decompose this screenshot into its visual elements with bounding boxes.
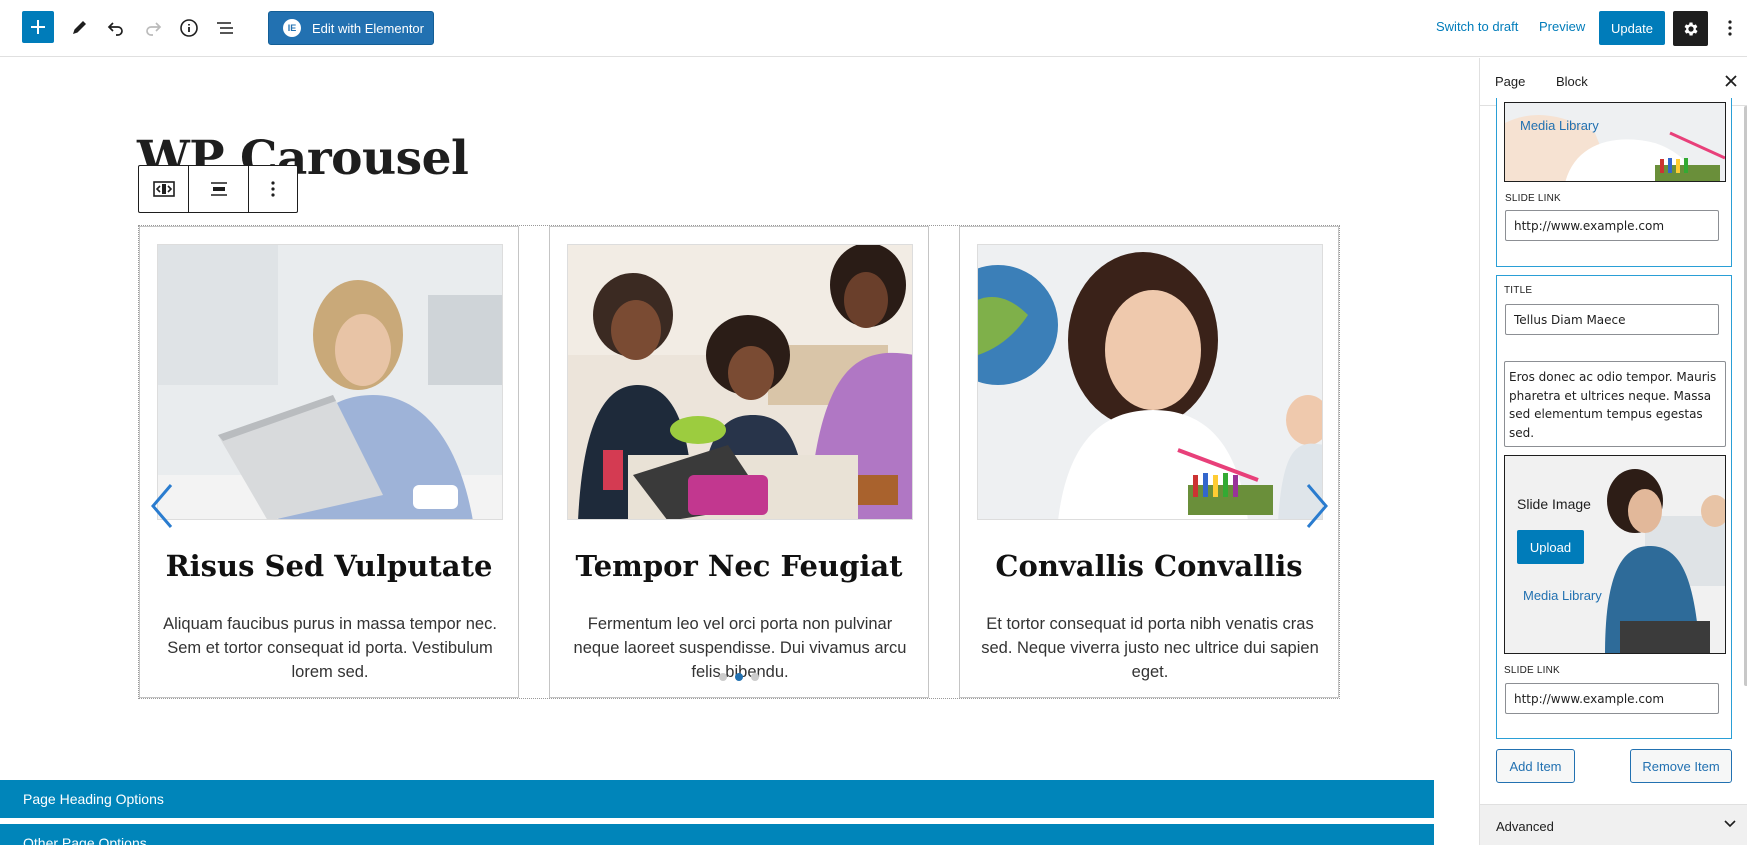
settings-button[interactable]: [1673, 11, 1708, 46]
slide-title: Convallis Convallis: [995, 549, 1303, 583]
redo-button[interactable]: [136, 11, 170, 45]
pagination-dot[interactable]: [751, 673, 759, 681]
kebab-icon: [1728, 20, 1732, 36]
editor-top-toolbar: IE Edit with Elementor Switch to draft P…: [0, 0, 1747, 57]
list-view-icon: [217, 22, 233, 34]
preview-link[interactable]: Preview: [1539, 19, 1585, 34]
list-view-button[interactable]: [208, 11, 242, 45]
pagination-dot-active[interactable]: [735, 673, 743, 681]
kids-lunch-photo: [567, 244, 913, 520]
description-textarea[interactable]: Eros donec ac odio tempor. Mauris pharet…: [1504, 361, 1726, 447]
slide-link-input[interactable]: http://www.example.com: [1505, 683, 1719, 714]
prev-slide-arrow-icon[interactable]: [149, 481, 175, 531]
carousel-slide: Convallis Convallis Et tortor consequat …: [959, 226, 1339, 698]
remove-item-button[interactable]: Remove Item: [1630, 749, 1732, 783]
close-icon[interactable]: [1723, 73, 1739, 89]
advanced-panel-toggle[interactable]: Advanced: [1480, 804, 1747, 845]
gear-icon: [1684, 21, 1698, 36]
page-heading-options-panel[interactable]: Page Heading Options: [0, 780, 1434, 818]
redo-icon: [146, 22, 162, 36]
next-slide-arrow-icon[interactable]: [1304, 481, 1330, 531]
advanced-label: Advanced: [1496, 819, 1554, 834]
pencil-icon: [73, 21, 86, 34]
edit-mode-button[interactable]: [62, 11, 96, 45]
slide-image-uploader: Slide Image Upload Media Library: [1504, 455, 1726, 654]
carousel-block[interactable]: Risus Sed Vulputate Aliquam faucibus pur…: [138, 225, 1340, 699]
other-page-options-panel[interactable]: Other Page Options: [0, 824, 1434, 845]
media-library-link[interactable]: Media Library: [1523, 588, 1602, 603]
add-block-button[interactable]: [22, 11, 54, 43]
teacher-smiling-photo: [977, 244, 1323, 520]
add-item-button[interactable]: Add Item: [1496, 749, 1575, 783]
pagination-dot[interactable]: [719, 673, 727, 681]
title-label: TITLE: [1504, 285, 1533, 296]
slide-link-input[interactable]: http://www.example.com: [1505, 210, 1719, 241]
tab-block[interactable]: Block: [1556, 74, 1588, 89]
align-button[interactable]: [189, 166, 249, 212]
slide-title: Risus Sed Vulputate: [165, 549, 493, 583]
page-heading-options-label: Page Heading Options: [23, 791, 164, 807]
media-library-link[interactable]: Media Library: [1520, 118, 1599, 133]
settings-sidebar: Page Block Media Library SLIDE LINK http…: [1479, 58, 1747, 845]
undo-icon: [107, 22, 123, 36]
tab-page[interactable]: Page: [1495, 74, 1525, 89]
info-icon: [180, 19, 198, 37]
carousel-item-2: TITLE Tellus Diam Maece Eros donec ac od…: [1496, 275, 1732, 739]
editor-canvas: WP Carousel Risus Sed Vulputate Aliquam …: [0, 58, 1478, 845]
align-wide-icon: [210, 182, 227, 196]
edit-with-elementor-label: Edit with Elementor: [312, 20, 424, 36]
slide-link-label: SLIDE LINK: [1505, 193, 1561, 204]
details-button[interactable]: [172, 11, 206, 45]
slide-image-label: Slide Image: [1517, 496, 1591, 512]
block-more-options-button[interactable]: [249, 166, 297, 212]
block-toolbar: [138, 165, 298, 213]
carousel-slide: Tempor Nec Feugiat Fermentum leo vel orc…: [549, 226, 929, 698]
slide-title: Tempor Nec Feugiat: [575, 549, 903, 583]
more-options-button[interactable]: [1722, 13, 1738, 43]
carousel-pagination: [719, 673, 759, 681]
woman-laptop-photo: [157, 244, 503, 520]
edit-with-elementor-button[interactable]: IE Edit with Elementor: [268, 11, 434, 45]
undo-button[interactable]: [99, 11, 133, 45]
update-button[interactable]: Update: [1599, 11, 1665, 45]
plus-icon: [31, 20, 45, 34]
block-type-button[interactable]: [139, 166, 189, 212]
chevron-down-icon: [1724, 820, 1736, 828]
switch-to-draft-link[interactable]: Switch to draft: [1436, 19, 1518, 34]
title-input[interactable]: Tellus Diam Maece: [1505, 304, 1719, 335]
carousel-item-1: Media Library SLIDE LINK http://www.exam…: [1496, 98, 1732, 267]
slide-image-preview: [1504, 102, 1726, 182]
kebab-icon: [271, 181, 275, 197]
other-page-options-label: Other Page Options: [23, 835, 147, 845]
upload-button[interactable]: Upload: [1517, 530, 1584, 564]
elementor-icon: IE: [283, 19, 301, 37]
slide-text: Et tortor consequat id porta nibh venati…: [981, 615, 1319, 681]
slide-text: Aliquam faucibus purus in massa tempor n…: [163, 615, 497, 681]
carousel-slide: Risus Sed Vulputate Aliquam faucibus pur…: [139, 226, 519, 698]
carousel-block-icon: [152, 181, 175, 197]
slide-link-label: SLIDE LINK: [1504, 665, 1560, 676]
